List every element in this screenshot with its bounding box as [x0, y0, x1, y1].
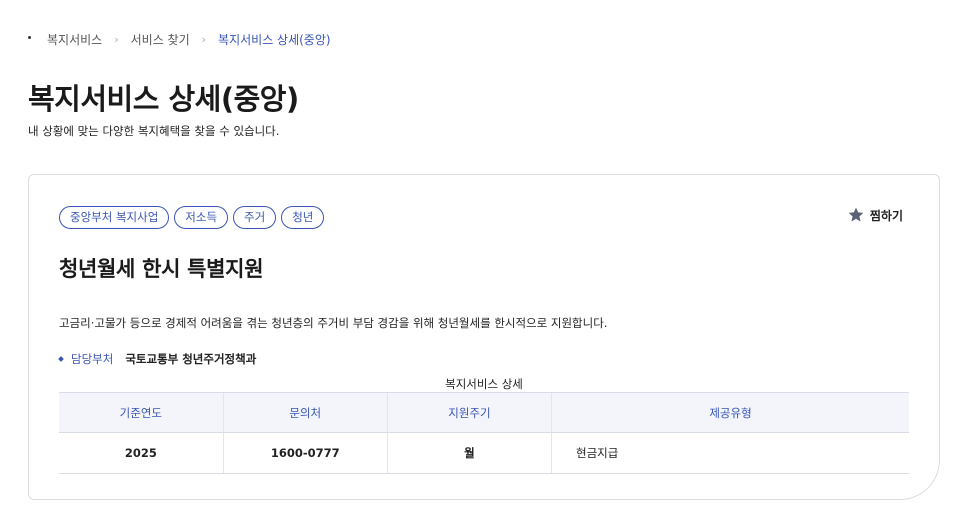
bookmark-button[interactable]: 찜하기: [847, 206, 903, 224]
table-caption: 복지서비스 상세: [445, 377, 523, 391]
breadcrumb-item-find-service[interactable]: 서비스 찾기: [131, 31, 190, 48]
tag-central-ministry[interactable]: 중앙부처 복지사업: [59, 206, 170, 229]
cell-support-cycle: 월: [386, 432, 552, 474]
tag-list: 중앙부처 복지사업 저소득 주거 청년: [59, 206, 325, 229]
star-icon: [847, 206, 865, 224]
bookmark-label: 찜하기: [869, 208, 903, 223]
header-base-year: 기준연도: [59, 392, 224, 433]
table-row: 2025 1600-0777 월 현금지급: [59, 432, 909, 474]
tag-housing[interactable]: 주거: [233, 206, 277, 229]
service-description: 고금리·고물가 등으로 경제적 어려움을 겪는 청년층의 주거비 부담 경감을 …: [59, 316, 608, 330]
cell-base-year: 2025: [59, 432, 224, 474]
tag-low-income[interactable]: 저소득: [174, 206, 229, 229]
chevron-right-icon: ›: [114, 33, 119, 46]
table-header-row: 기준연도 문의처 지원주기 제공유형: [59, 392, 909, 433]
department-label: 담당부처: [71, 352, 114, 366]
service-detail-card: 중앙부처 복지사업 저소득 주거 청년 찜하기 청년월세 한시 특별지원 고금리…: [28, 174, 940, 500]
header-contact: 문의처: [222, 392, 388, 433]
header-provision-type: 제공유형: [551, 392, 909, 433]
service-detail-table: 기준연도 문의처 지원주기 제공유형 2025 1600-0777 월 현금지급: [59, 392, 909, 474]
breadcrumb: 복지서비스 › 서비스 찾기 › 복지서비스 상세(중앙): [28, 31, 331, 48]
cell-provision-type: 현금지급: [551, 432, 909, 474]
department-value: 국토교통부 청년주거정책과: [125, 352, 257, 366]
tag-youth[interactable]: 청년: [281, 206, 325, 229]
breadcrumb-home-dot: [28, 36, 31, 39]
page-subtitle: 내 상황에 맞는 다양한 복지혜택을 찾을 수 있습니다.: [28, 124, 280, 138]
diamond-bullet-icon: [58, 356, 64, 362]
header-support-cycle: 지원주기: [386, 392, 552, 433]
service-title: 청년월세 한시 특별지원: [59, 257, 264, 281]
chevron-right-icon: ›: [201, 33, 207, 46]
breadcrumb-item-welfare-service[interactable]: 복지서비스: [47, 31, 102, 48]
cell-contact: 1600-0777: [222, 432, 388, 474]
page-title: 복지서비스 상세(중앙): [28, 82, 299, 116]
department-row: 담당부처 국토교통부 청년주거정책과: [58, 351, 257, 367]
breadcrumb-item-current: 복지서비스 상세(중앙): [218, 33, 331, 47]
